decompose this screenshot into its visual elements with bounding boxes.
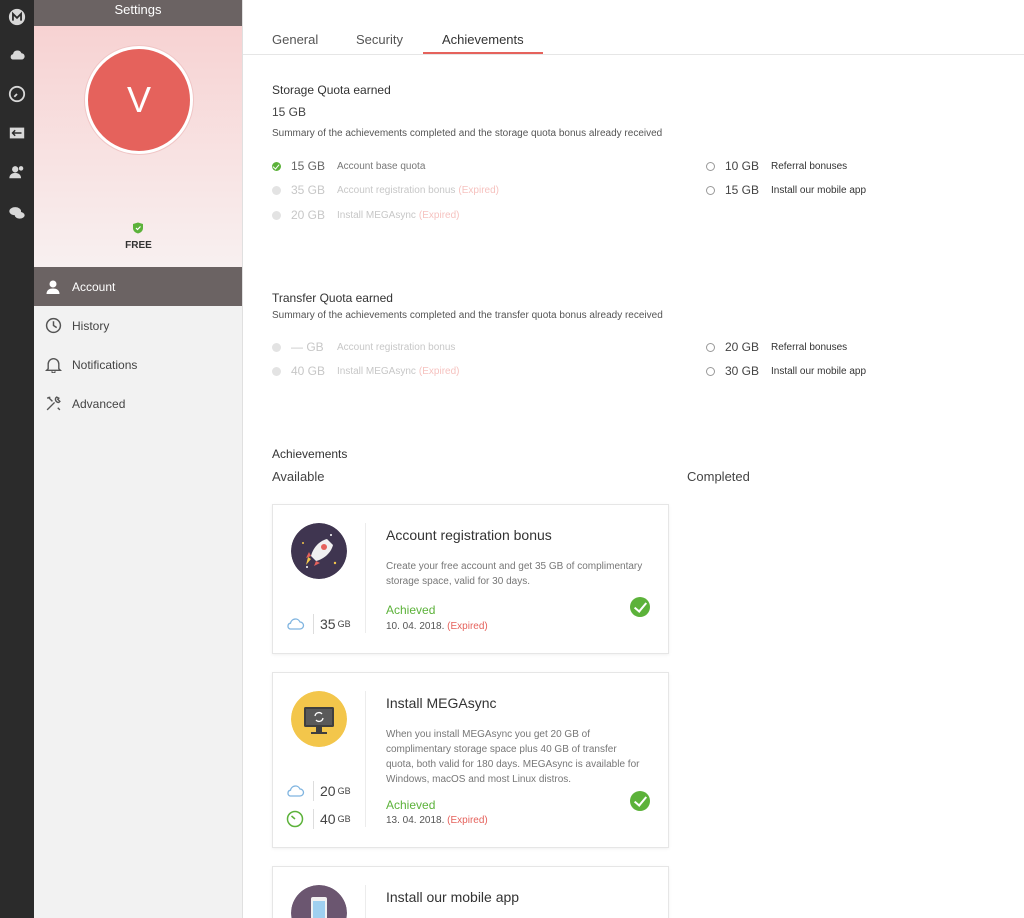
- transfer-mobile-row: 30 GB Install our mobile app: [706, 364, 866, 378]
- shield-icon: [133, 222, 143, 234]
- active-tab-indicator: [423, 52, 543, 54]
- plan-label: FREE: [125, 240, 152, 251]
- sidebar-item-label: Notifications: [72, 357, 138, 372]
- transfer-gauge-icon: [285, 809, 305, 829]
- storage-registration-row: 35 GB Account registration bonus (Expire…: [272, 183, 499, 197]
- card-divider: [365, 691, 366, 827]
- bell-icon: [43, 355, 63, 375]
- sidebar-item-label: History: [72, 318, 110, 333]
- dot-icon: [272, 342, 281, 352]
- storage-bonus: 20 GB: [285, 781, 351, 801]
- sidebar-item-history[interactable]: History: [34, 306, 242, 345]
- storage-mobile-row: 15 GB Install our mobile app: [706, 183, 866, 197]
- card-status: Achieved: [386, 798, 436, 812]
- cloud-icon: [285, 781, 305, 801]
- dot-icon: [706, 342, 715, 352]
- card-date: 10. 04. 2018. (Expired): [386, 621, 488, 632]
- achieved-check-icon: [630, 791, 650, 811]
- sidebar-item-advanced[interactable]: Advanced: [34, 384, 242, 423]
- dot-icon: [706, 366, 715, 376]
- rocket-icon: [291, 523, 347, 579]
- card-title: Install MEGAsync: [386, 695, 497, 711]
- transfer-referral-row: 20 GB Referral bonuses: [706, 340, 847, 354]
- tools-icon: [43, 394, 63, 414]
- storage-referral-row: 10 GB Referral bonuses: [706, 159, 847, 173]
- transfer-quota-summary: Summary of the achievements completed an…: [272, 310, 663, 321]
- storage-quota-title: Storage Quota earned: [272, 83, 391, 97]
- card-divider: [365, 885, 366, 918]
- storage-quota-total: 15 GB: [272, 105, 307, 119]
- sidebar-item-notifications[interactable]: Notifications: [34, 345, 242, 384]
- contacts-icon[interactable]: [6, 161, 28, 183]
- achievement-card-registration[interactable]: Account registration bonus Create your f…: [272, 504, 669, 654]
- card-divider: [365, 523, 366, 633]
- transfer-bonus: 40 GB: [285, 809, 351, 829]
- transfer-megasync-row: 40 GB Install MEGAsync (Expired): [272, 364, 460, 378]
- card-title: Install our mobile app: [386, 889, 520, 905]
- transfers-icon[interactable]: [6, 122, 28, 144]
- sidebar-title: Settings: [34, 0, 242, 26]
- card-date: 13. 04. 2018. (Expired): [386, 815, 488, 826]
- achievements-page: General Security Achievements Storage Qu…: [243, 0, 1024, 918]
- card-description: When you install MEGAsync you get 20 GB …: [386, 729, 640, 785]
- card-status: Achieved: [386, 603, 436, 617]
- sidebar-item-label: Advanced: [72, 396, 126, 411]
- dot-icon: [706, 161, 715, 171]
- sidebar-item-label: Account: [72, 279, 116, 294]
- achieved-check-icon: [630, 597, 650, 617]
- dot-icon: [706, 185, 715, 195]
- user-icon: [43, 277, 63, 297]
- achievements-title: Achievements: [272, 447, 348, 461]
- achievement-card-mobile[interactable]: Install our mobile app: [272, 866, 669, 918]
- desktop-sync-icon: [291, 691, 347, 747]
- dot-icon: [272, 210, 281, 220]
- app-rail: [0, 0, 34, 918]
- dot-icon: [272, 366, 281, 376]
- settings-sidebar: Settings V FREE Account History Notifica…: [34, 0, 243, 918]
- transfer-registration-row: — GB Account registration bonus: [272, 340, 455, 354]
- storage-quota-summary: Summary of the achievements completed an…: [272, 128, 663, 139]
- profile-panel: V FREE: [34, 26, 242, 267]
- tab-security[interactable]: Security: [356, 32, 403, 47]
- avatar[interactable]: V: [85, 46, 193, 154]
- check-icon: [272, 161, 281, 171]
- history-icon: [43, 316, 63, 336]
- transfer-quota-title: Transfer Quota earned: [272, 291, 393, 305]
- sidebar-item-account[interactable]: Account: [34, 267, 242, 306]
- card-title: Account registration bonus: [386, 527, 552, 543]
- card-description: Create your free account and get 35 GB o…: [386, 561, 643, 587]
- chat-icon[interactable]: [6, 202, 28, 224]
- achievement-card-megasync[interactable]: Install MEGAsync When you install MEGAsy…: [272, 672, 669, 848]
- settings-tabs: General Security Achievements: [243, 0, 1024, 55]
- storage-base-row: 15 GB Account base quota: [272, 159, 425, 173]
- cloud-icon: [285, 614, 305, 634]
- clock-icon[interactable]: [6, 83, 28, 105]
- mobile-app-icon: [291, 885, 347, 918]
- mega-logo-icon[interactable]: [6, 6, 28, 28]
- storage-bonus: 35 GB: [285, 614, 351, 634]
- tab-achievements[interactable]: Achievements: [442, 32, 524, 47]
- storage-megasync-row: 20 GB Install MEGAsync (Expired): [272, 208, 460, 222]
- completed-heading: Completed: [687, 469, 750, 484]
- available-heading: Available: [272, 469, 325, 484]
- tab-general[interactable]: General: [272, 32, 318, 47]
- dot-icon: [272, 185, 281, 195]
- cloud-icon[interactable]: [6, 44, 28, 66]
